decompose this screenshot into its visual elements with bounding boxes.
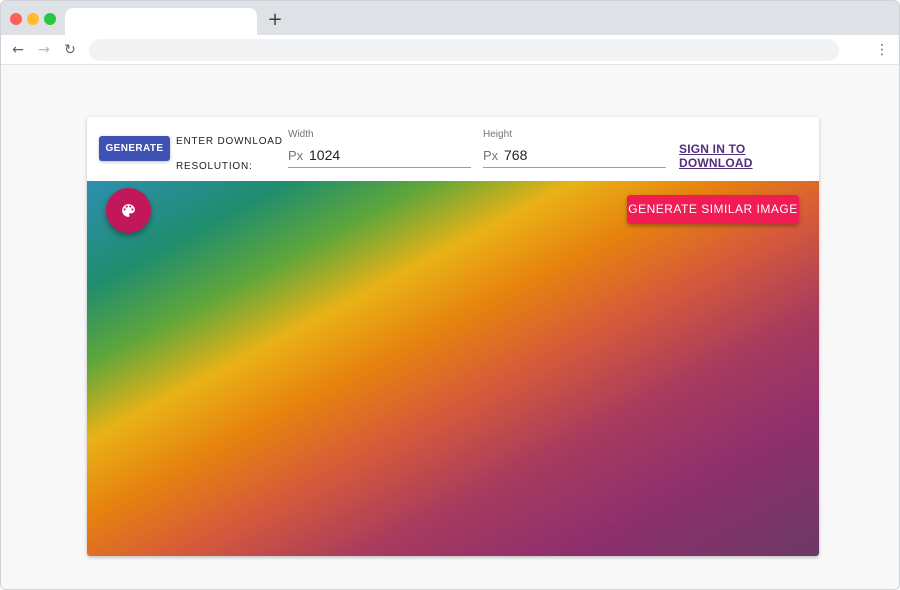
generated-gradient-image: GENERATE SIMILAR IMAGE (87, 181, 819, 556)
palette-icon (122, 204, 135, 217)
generator-card: GENERATE ENTER DOWNLOAD RESOLUTION: Widt… (87, 117, 819, 556)
close-window-button[interactable] (10, 13, 22, 25)
height-prefix: Px (483, 148, 499, 163)
sign-in-to-download-link[interactable]: SIGN IN TO DOWNLOAD (679, 142, 819, 170)
generate-button[interactable]: GENERATE (99, 136, 170, 161)
resolution-label-line1: ENTER DOWNLOAD (176, 136, 283, 147)
back-icon[interactable]: ← (8, 40, 28, 60)
maximize-window-button[interactable] (44, 13, 56, 25)
page-content: GENERATE ENTER DOWNLOAD RESOLUTION: Widt… (1, 66, 899, 589)
width-field[interactable]: Width Px 1024 (288, 127, 471, 169)
resolution-label-line2: RESOLUTION: (176, 161, 253, 172)
tab-strip: + (1, 1, 899, 35)
controls-bar: GENERATE ENTER DOWNLOAD RESOLUTION: Widt… (87, 117, 819, 181)
browser-menu-icon[interactable]: ⋮ (873, 40, 891, 60)
browser-toolbar: ← → ↻ ⋮ (1, 35, 899, 65)
browser-tab[interactable] (65, 8, 257, 35)
browser-window: + ← → ↻ ⋮ GENERATE ENTER DOWNLOAD RESOLU… (0, 0, 900, 590)
reload-icon[interactable]: ↻ (60, 40, 80, 60)
width-underline (288, 167, 471, 168)
width-label: Width (288, 129, 314, 140)
palette-button[interactable] (106, 188, 151, 233)
generate-similar-image-button[interactable]: GENERATE SIMILAR IMAGE (627, 195, 799, 224)
forward-icon[interactable]: → (34, 40, 54, 60)
height-field[interactable]: Height Px 768 (483, 127, 666, 169)
resolution-label: ENTER DOWNLOAD RESOLUTION: (176, 129, 286, 179)
new-tab-button[interactable]: + (265, 10, 285, 30)
width-input[interactable]: 1024 (309, 147, 340, 163)
height-input[interactable]: 768 (504, 147, 527, 163)
width-prefix: Px (288, 148, 304, 163)
minimize-window-button[interactable] (27, 13, 39, 25)
height-underline (483, 167, 666, 168)
height-label: Height (483, 129, 512, 140)
address-bar[interactable] (89, 39, 839, 61)
